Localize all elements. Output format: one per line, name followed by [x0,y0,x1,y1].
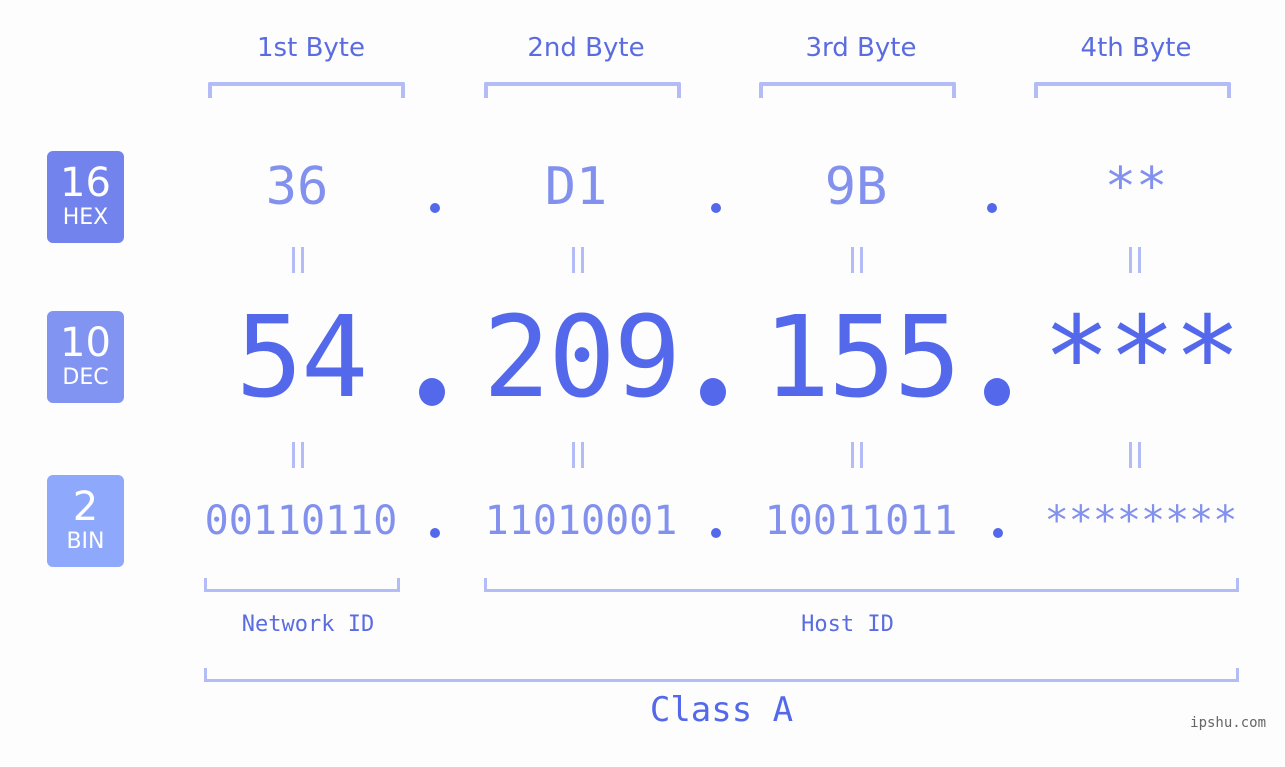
byte-bracket-4 [1034,82,1231,98]
bin-dot-separator [711,528,721,538]
byte-header-2: 2nd Byte [527,33,645,63]
equals-icon [290,247,306,273]
network-id-bracket [204,578,400,592]
hex-base-number: 16 [60,160,111,206]
hex-dot-separator [987,203,997,213]
bin-byte-2: 11010001 [484,498,678,544]
byte-bracket-3 [759,82,956,98]
host-id-label: Host ID [801,612,894,637]
bin-dot-separator [993,528,1003,538]
bin-base-name: BIN [66,529,105,554]
watermark: ipshu.com [1190,715,1266,731]
bin-dot-separator [430,528,440,538]
bin-badge: 2 BIN [47,475,124,567]
dec-dot-separator [700,378,726,406]
hex-badge: 16 HEX [47,151,124,243]
bin-byte-3: 10011011 [764,498,958,544]
dec-byte-1: 54 [235,293,369,423]
network-id-label: Network ID [241,612,375,637]
equals-icon [849,442,865,468]
equals-icon [570,442,586,468]
bin-byte-4: ******** [1044,498,1238,544]
byte-bracket-1 [208,82,405,98]
hex-byte-2: D1 [544,157,608,217]
bin-base-number: 2 [72,484,99,530]
byte-header-4: 4th Byte [1080,33,1192,63]
dec-base-number: 10 [60,320,111,366]
equals-icon [1127,442,1143,468]
dec-dot-separator [419,378,445,406]
byte-bracket-2 [484,82,681,98]
dec-byte-2: 209 [482,293,681,423]
equals-icon [290,442,306,468]
hex-base-name: HEX [62,205,109,230]
dec-byte-3: 155 [762,293,961,423]
hex-byte-4: ** [1104,157,1168,217]
equals-icon [570,247,586,273]
byte-header-1: 1st Byte [257,33,365,63]
class-label: Class A [649,690,794,730]
hex-byte-3: 9B [824,157,888,217]
dec-byte-4: *** [1042,293,1241,423]
dec-dot-separator [984,378,1010,406]
equals-icon [1127,247,1143,273]
host-id-bracket [484,578,1239,592]
byte-header-3: 3rd Byte [805,33,917,63]
hex-byte-1: 36 [265,157,329,217]
dec-base-name: DEC [62,365,109,390]
hex-dot-separator [711,203,721,213]
dec-badge: 10 DEC [47,311,124,403]
bin-byte-1: 00110110 [204,498,398,544]
class-bracket [204,668,1239,682]
equals-icon [849,247,865,273]
hex-dot-separator [430,203,440,213]
